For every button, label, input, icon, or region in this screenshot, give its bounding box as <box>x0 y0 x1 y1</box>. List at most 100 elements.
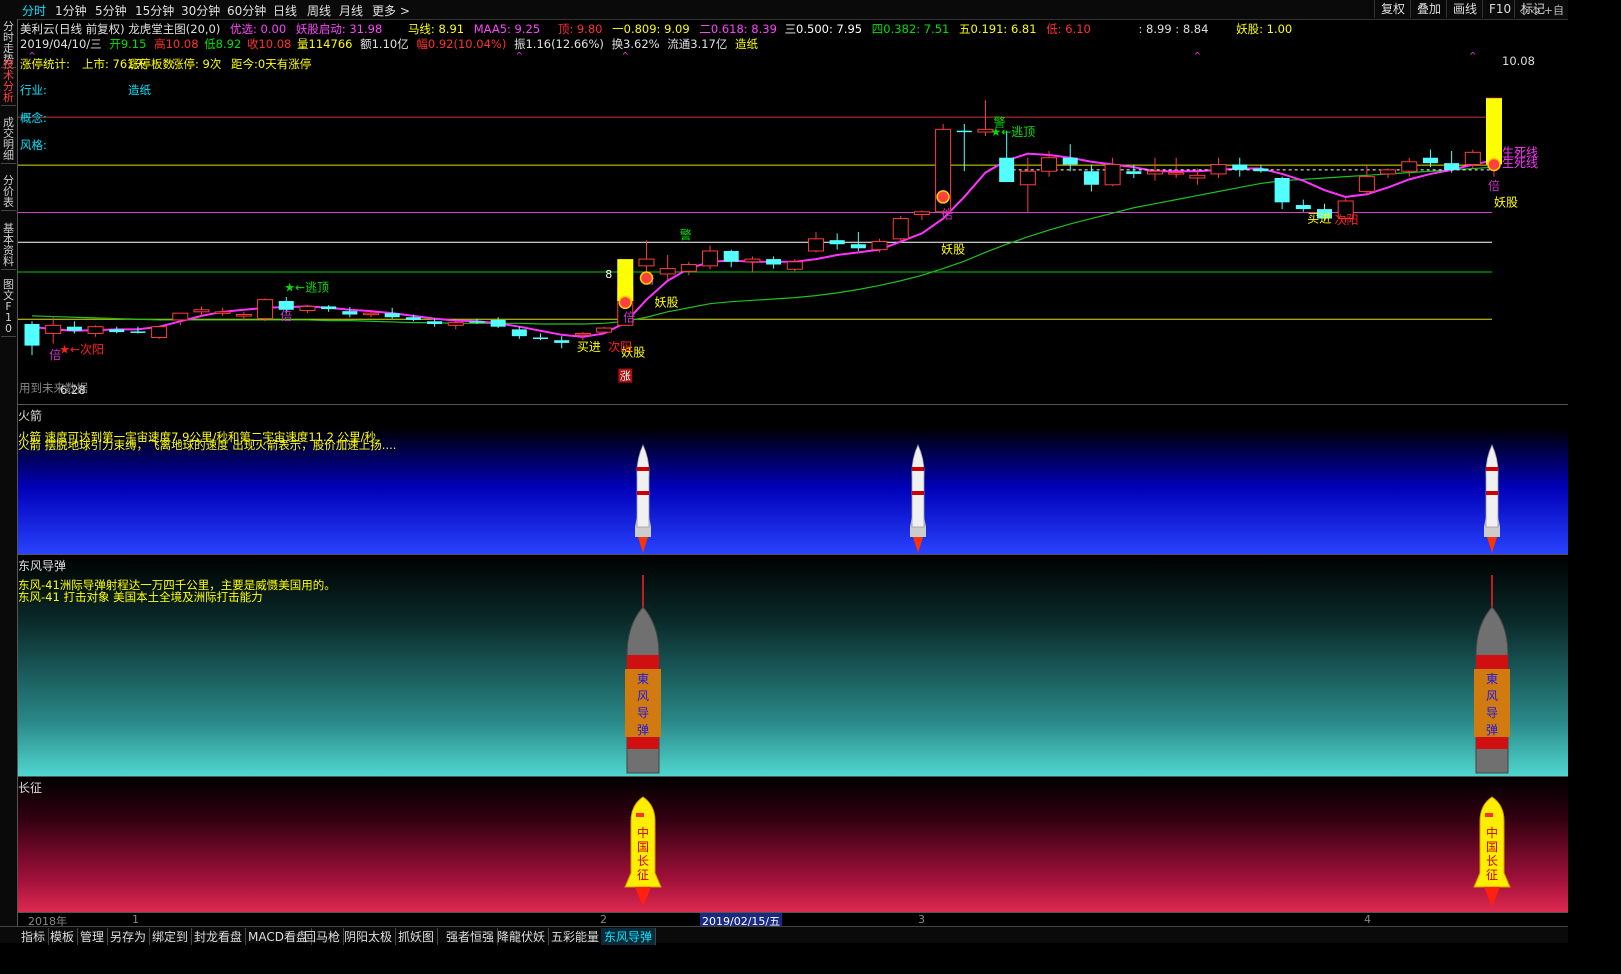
period-tab-4[interactable]: 30分钟 <box>181 2 220 19</box>
candle-32[interactable] <box>702 245 719 270</box>
period-tab-7[interactable]: 周线 <box>307 2 331 19</box>
longmarch-panel[interactable]: 长征 中国长征中国长征 <box>18 776 1568 913</box>
candle-4[interactable] <box>109 326 125 334</box>
bei-label-6: 倍 <box>1488 178 1500 193</box>
toolbar-button-1[interactable]: 叠加 <box>1410 0 1447 18</box>
candle-66[interactable] <box>1422 149 1438 168</box>
quote-float: 流通3.17亿 <box>667 37 728 51</box>
candle-47[interactable] <box>1019 157 1036 212</box>
candle-body <box>342 311 358 315</box>
candle-58[interactable] <box>1253 164 1269 173</box>
rocket-icon-1 <box>910 444 926 553</box>
sidebar-tab-3[interactable]: 分价表 <box>1 173 16 211</box>
candle-30[interactable] <box>659 255 676 280</box>
missile-char: 東 <box>1486 672 1498 686</box>
indicator-tab-8[interactable]: 阴阳太极 <box>341 928 397 945</box>
indicator-tab-13[interactable]: 东风导弹 <box>601 928 657 945</box>
window-controls-icon[interactable]: ◇ ◇ +自 <box>1520 2 1564 18</box>
candle-29[interactable] <box>638 240 655 277</box>
candle-65[interactable] <box>1401 157 1418 177</box>
candle-31[interactable] <box>680 261 697 276</box>
candle-25[interactable] <box>554 336 570 349</box>
candle-body <box>1274 178 1290 203</box>
indicator-tab-5[interactable]: 封龙看盘 <box>191 928 247 945</box>
toolbar-button-2[interactable]: 画线 <box>1446 0 1483 18</box>
candle-24[interactable] <box>533 333 549 341</box>
candle-14[interactable] <box>321 305 337 312</box>
period-tab-5[interactable]: 60分钟 <box>227 2 266 19</box>
sidebar-tab-1[interactable]: 技术分析 <box>1 57 16 106</box>
candle-17[interactable] <box>384 307 400 319</box>
header-line1: 美利云(日线 前复权) 龙虎堂主图(20,0) 优选: 0.00 妖股启动: 3… <box>20 21 1292 37</box>
candle-51[interactable] <box>1104 157 1121 187</box>
candle-54[interactable] <box>1168 157 1185 178</box>
candle-44[interactable] <box>956 123 972 172</box>
candle-39[interactable] <box>850 232 866 251</box>
main-candlestick-chart[interactable]: ★←逃顶★←逃顶警警★←次阳倍倍倍倍倍倍妖股妖股妖股妖股买进次阳买进次阳8生死线… <box>18 52 1568 404</box>
toolbar-button-3[interactable]: F10 <box>1482 0 1517 18</box>
candle-body <box>490 319 506 327</box>
candle-37[interactable] <box>807 232 824 253</box>
candle-34[interactable] <box>744 256 761 273</box>
period-tab-2[interactable]: 5分钟 <box>95 2 127 19</box>
indicator-tab-3[interactable]: 另存为 <box>107 928 151 945</box>
indicator-tab-9[interactable]: 抓妖图 <box>395 928 439 945</box>
candle-64[interactable] <box>1380 168 1397 178</box>
period-tab-8[interactable]: 月线 <box>339 2 363 19</box>
candle-60[interactable] <box>1295 199 1311 212</box>
candle-3[interactable] <box>87 325 104 337</box>
indicator-tab-4[interactable]: 绑定到 <box>149 928 193 945</box>
candle-33[interactable] <box>723 249 739 268</box>
rocket-panel[interactable]: 火箭 火箭 速度可达到第一宇宙速度7.9公里/秒和第二宇宙速度11.2 公里/秒… <box>18 404 1568 555</box>
candle-1[interactable] <box>45 317 62 344</box>
candle-20[interactable] <box>447 321 464 330</box>
candle-50[interactable] <box>1083 164 1099 192</box>
candle-body <box>723 250 739 262</box>
candle-10[interactable] <box>235 311 252 320</box>
period-tab-0[interactable]: 分时 <box>22 2 46 19</box>
candle-38[interactable] <box>829 233 845 250</box>
indicator-tab-10[interactable]: 强者恒强 <box>443 928 499 945</box>
candle-2[interactable] <box>66 321 82 334</box>
yaogu-label-1: 妖股 <box>654 295 678 309</box>
candle-body <box>1210 163 1227 175</box>
candle-35[interactable] <box>766 256 782 269</box>
indicator-tab-2[interactable]: 管理 <box>77 928 109 945</box>
candle-49[interactable] <box>1062 144 1078 172</box>
candle-body <box>1062 157 1078 165</box>
period-tab-1[interactable]: 1分钟 <box>55 2 87 19</box>
candle-42[interactable] <box>913 210 930 220</box>
sidebar-tab-5[interactable]: 图文F10 <box>1 277 16 337</box>
indicator-tab-12[interactable]: 五彩能量 <box>548 928 604 945</box>
indicator-tab-1[interactable]: 模板 <box>47 928 79 945</box>
longmarch-char: 国 <box>637 840 649 854</box>
period-tab-6[interactable]: 日线 <box>273 2 297 19</box>
toolbar-button-0[interactable]: 复权 <box>1374 0 1411 18</box>
candle-11[interactable] <box>257 298 274 322</box>
candle-53[interactable] <box>1146 157 1163 181</box>
industry-value: 造纸 <box>128 83 151 97</box>
candle-57[interactable] <box>1232 157 1248 177</box>
top-mark-1: × <box>516 52 524 58</box>
rocket-stripe <box>912 467 924 471</box>
candle-41[interactable] <box>892 215 909 242</box>
indicator-tab-0[interactable]: 指标 <box>18 928 50 945</box>
candle-13[interactable] <box>299 305 316 314</box>
indicator-tab-7[interactable]: 回马枪 <box>301 928 345 945</box>
candle-67[interactable] <box>1444 150 1460 173</box>
candle-6[interactable] <box>151 326 168 339</box>
sidebar-tab-4[interactable]: 基本资料 <box>1 221 16 270</box>
period-tab-3[interactable]: 15分钟 <box>135 2 174 19</box>
candle-27[interactable] <box>596 326 613 334</box>
bei-label-1: 倍 <box>49 347 61 362</box>
candle-0[interactable] <box>24 321 40 356</box>
sidebar-tab-2[interactable]: 成交明细 <box>1 115 16 164</box>
indicator-tab-11[interactable]: 降龍伏妖 <box>494 928 550 945</box>
rocket-stripe <box>1486 467 1498 471</box>
period-tab-9[interactable]: 更多 > <box>372 2 410 19</box>
missile-panel[interactable]: 东风导弹 东风-41洲际导弹射程达一万四千公里，主要是威慑美国用的。 东风-41… <box>18 554 1568 777</box>
candle-59[interactable] <box>1274 176 1290 210</box>
candle-56[interactable] <box>1210 157 1227 178</box>
longmarch-signals: 中国长征中国长征 <box>624 796 1511 907</box>
candle-9[interactable] <box>214 307 231 316</box>
